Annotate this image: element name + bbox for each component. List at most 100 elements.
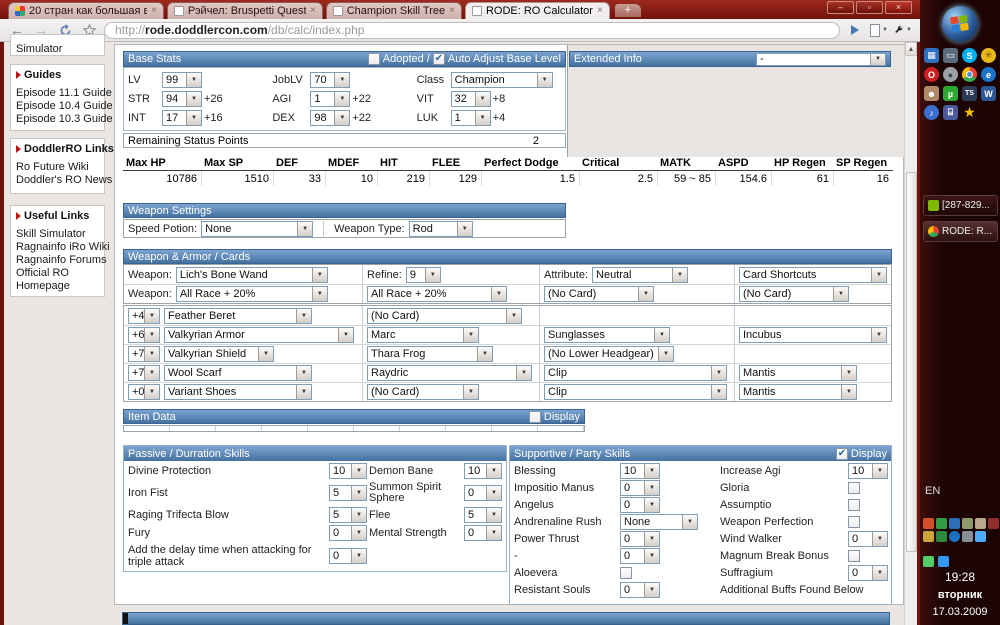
equip-acc-select[interactable]: Sunglasses▼: [544, 327, 670, 343]
tray-icon[interactable]: [936, 518, 947, 529]
cmd-window-icon[interactable]: ▭: [943, 48, 958, 63]
equip-item-select[interactable]: Variant Shoes▼: [164, 384, 312, 400]
joblv-select[interactable]: 70▼: [310, 72, 350, 88]
scrollbar-thumb[interactable]: [906, 172, 917, 552]
weapon-card3-select[interactable]: (No Card)▼: [544, 286, 654, 302]
skill-level-select[interactable]: 5▼: [464, 507, 502, 523]
skill-level-select[interactable]: 0▼: [329, 548, 367, 564]
tab-4-active[interactable]: RODE: RO Calculator ×: [465, 2, 610, 19]
sidebar-item[interactable]: Simulator: [16, 43, 99, 56]
equip-refine-select[interactable]: +4▼: [128, 308, 160, 324]
weapon-card2-select[interactable]: All Race + 20%▼: [367, 286, 507, 302]
weapon-select[interactable]: Lich's Bone Wand▼: [176, 267, 328, 283]
qip-icon[interactable]: ✳: [981, 48, 996, 63]
tray-icon[interactable]: [936, 531, 947, 542]
int-select[interactable]: 17▼: [162, 110, 202, 126]
skill-level-select[interactable]: None▼: [620, 514, 698, 530]
teamspeak-icon[interactable]: TS: [962, 86, 977, 101]
skill-level-select[interactable]: 0▼: [464, 525, 502, 541]
equip-item-select[interactable]: Valkyrian Armor▼: [164, 327, 354, 343]
equip-card-select[interactable]: (No Card)▼: [367, 308, 522, 324]
taskbar-button-icq[interactable]: [287-829...: [923, 195, 998, 216]
skill-level-select[interactable]: 0▼: [620, 531, 660, 547]
equip-item-select[interactable]: Wool Scarf▼: [164, 365, 312, 381]
sidebar-item-doddlers-news[interactable]: Doddler's RO News: [16, 174, 99, 187]
sidebar-item-skill-simulator[interactable]: Skill Simulator: [16, 228, 99, 241]
chrome-icon[interactable]: [962, 67, 977, 82]
maximize-button[interactable]: ▫: [856, 1, 883, 14]
skill-level-select[interactable]: 0▼: [620, 582, 660, 598]
favorites-star-icon[interactable]: ★: [962, 105, 977, 120]
tray-icon[interactable]: [949, 518, 960, 529]
sidebar-item-episode-111[interactable]: Episode 11.1 Guide: [16, 87, 99, 100]
utorrent-icon[interactable]: µ: [943, 86, 958, 101]
my-computer-icon[interactable]: ▦: [924, 48, 939, 63]
equip-acc-select[interactable]: Clip▼: [544, 384, 727, 400]
speed-potion-select[interactable]: None▼: [201, 221, 313, 237]
equip-item-select[interactable]: Valkyrian Shield▼: [164, 346, 274, 362]
skype-icon[interactable]: S: [962, 48, 977, 63]
equip-card-select[interactable]: Raydric▼: [367, 365, 532, 381]
sidebar-item-episode-104[interactable]: Episode 10.4 Guide: [16, 100, 99, 113]
tray-icon[interactable]: [923, 531, 934, 542]
tab-3[interactable]: Champion Skill Tree ×: [326, 2, 462, 19]
equip-refine-select[interactable]: +7▼: [128, 365, 160, 381]
skill-checkbox[interactable]: [848, 482, 860, 494]
skill-checkbox[interactable]: [848, 550, 860, 562]
page-menu-icon[interactable]: ▼: [870, 21, 888, 39]
vertical-scrollbar[interactable]: ▲: [904, 42, 917, 625]
agi-select[interactable]: 1▼: [310, 91, 350, 107]
tab-close-icon[interactable]: ×: [449, 6, 455, 16]
skill-level-select[interactable]: 0▼: [848, 531, 888, 547]
start-button[interactable]: [942, 6, 978, 42]
skill-level-select[interactable]: 0▼: [848, 565, 888, 581]
equip-acc-select[interactable]: (No Lower Headgear)▼: [544, 346, 674, 362]
skill-level-select[interactable]: 10▼: [848, 463, 888, 479]
skill-level-select[interactable]: 5▼: [329, 485, 367, 501]
close-button[interactable]: ×: [885, 1, 912, 14]
dex-select[interactable]: 98▼: [310, 110, 350, 126]
tray-icon[interactable]: [962, 531, 973, 542]
equip-refine-select[interactable]: +0▼: [128, 384, 160, 400]
attribute-select[interactable]: Neutral▼: [592, 267, 688, 283]
address-bar[interactable]: http://rode.doddlercon.com/db/calc/index…: [104, 22, 840, 39]
tray-icon[interactable]: [988, 518, 999, 529]
equip-refine-select[interactable]: +6▼: [128, 327, 160, 343]
scrollbar-up-icon[interactable]: ▲: [905, 42, 917, 56]
taskbar-button-rode[interactable]: RODE: R...: [923, 221, 998, 242]
tray-icon[interactable]: [949, 531, 960, 542]
tray-icon[interactable]: [975, 531, 986, 542]
wrench-menu-icon[interactable]: ▼: [894, 21, 912, 39]
skill-level-select[interactable]: 0▼: [464, 485, 502, 501]
sidebar-item-official-ro[interactable]: Official RO: [16, 267, 99, 280]
skill-level-select[interactable]: 0▼: [620, 480, 660, 496]
sidebar-item-homepage[interactable]: Homepage: [16, 280, 99, 293]
language-indicator[interactable]: EN: [925, 485, 940, 497]
media-player-icon[interactable]: ♪: [924, 105, 939, 120]
weapon-type-select[interactable]: Rod▼: [409, 221, 473, 237]
tab-close-icon[interactable]: ×: [597, 6, 603, 16]
sidebar-item-episode-103[interactable]: Episode 10.3 Guide: [16, 113, 99, 126]
extended-info-select[interactable]: -▼: [756, 53, 886, 66]
tab-close-icon[interactable]: ×: [310, 6, 316, 16]
equip-acc-card-select[interactable]: Mantis▼: [739, 365, 857, 381]
equip-card-select[interactable]: (No Card)▼: [367, 384, 479, 400]
word-icon[interactable]: W: [981, 86, 996, 101]
skill-level-select[interactable]: 10▼: [464, 463, 502, 479]
lv-select[interactable]: 99▼: [162, 72, 202, 88]
skill-level-select[interactable]: 0▼: [620, 548, 660, 564]
clock-time[interactable]: 19:28: [920, 570, 1000, 584]
user-avatar-icon[interactable]: ☻: [924, 86, 939, 101]
tray-icon[interactable]: [975, 518, 986, 529]
weapon-card1-select[interactable]: All Race + 20%▼: [176, 286, 328, 302]
tray-icon[interactable]: [938, 556, 949, 567]
skill-level-select[interactable]: 5▼: [329, 507, 367, 523]
tray-icon[interactable]: [923, 556, 934, 567]
adopted-checkbox[interactable]: [368, 53, 380, 65]
str-select[interactable]: 94▼: [162, 91, 202, 107]
equip-acc-card-select[interactable]: Mantis▼: [739, 384, 857, 400]
sidebar-item-ragnainfo-wiki[interactable]: Ragnainfo iRo Wiki: [16, 241, 99, 254]
auto-adjust-checkbox[interactable]: ✔: [433, 53, 445, 65]
tray-icon[interactable]: [962, 518, 973, 529]
weapon-card4-select[interactable]: (No Card)▼: [739, 286, 849, 302]
